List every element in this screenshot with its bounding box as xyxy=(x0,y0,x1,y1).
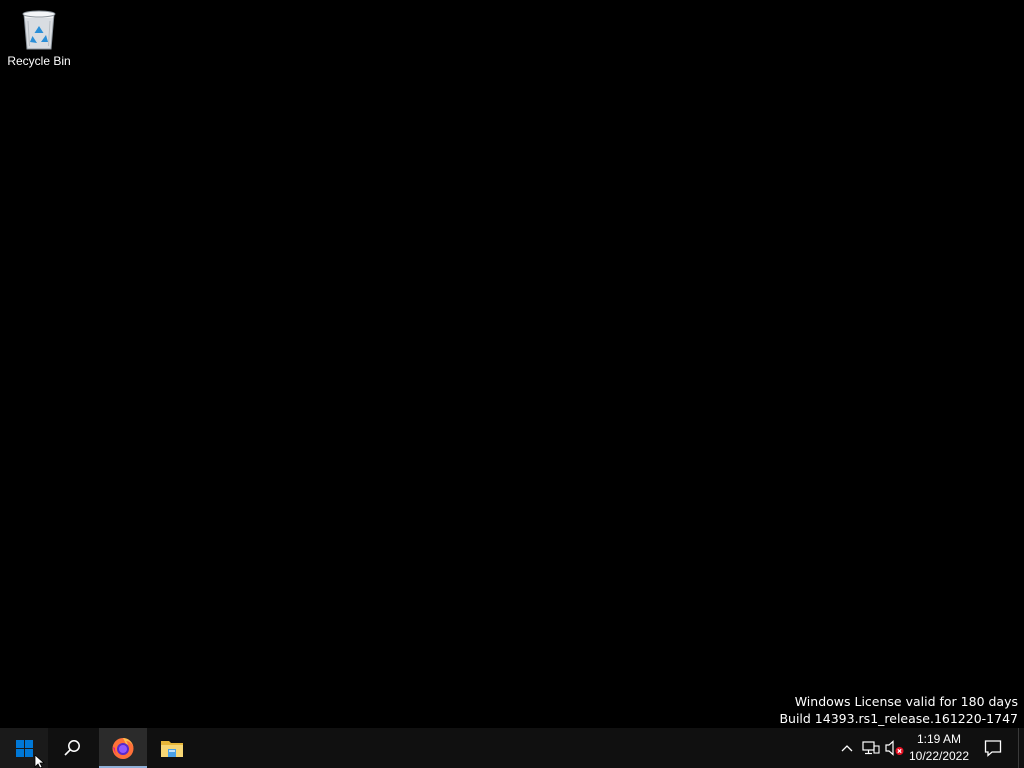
taskbar: 1:19 AM 10/22/2022 xyxy=(0,728,1024,768)
taskbar-firefox-button[interactable] xyxy=(99,728,147,768)
build-watermark-line: Build 14393.rs1_release.161220-1747 xyxy=(779,711,1018,726)
volume-muted-icon xyxy=(885,740,904,756)
search-icon xyxy=(64,740,80,756)
file-explorer-icon xyxy=(161,741,183,757)
desktop[interactable]: Recycle Bin xyxy=(0,0,1024,728)
show-hidden-icons-button[interactable] xyxy=(836,728,858,768)
volume-tray-button[interactable] xyxy=(884,728,906,768)
clock-time: 1:19 AM xyxy=(916,732,962,746)
action-center-button[interactable] xyxy=(978,728,1008,768)
taskbar-clock[interactable]: 1:19 AM 10/22/2022 xyxy=(906,728,972,768)
license-watermark-line: Windows License valid for 180 days xyxy=(794,694,1018,709)
license-watermark: Windows License valid for 180 days Build… xyxy=(779,693,1018,727)
clock-date: 10/22/2022 xyxy=(908,749,970,763)
taskbar-file-explorer-button[interactable] xyxy=(148,728,196,768)
firefox-icon xyxy=(112,738,134,759)
search-button[interactable] xyxy=(48,728,96,768)
desktop-icon-recycle-bin[interactable]: Recycle Bin xyxy=(2,4,76,76)
recycle-bin-icon xyxy=(22,10,56,50)
network-icon xyxy=(862,741,880,755)
mouse-cursor-icon xyxy=(34,755,46,768)
action-center-icon xyxy=(984,740,1002,757)
windows-logo-icon xyxy=(15,739,33,757)
chevron-up-icon xyxy=(841,745,853,752)
show-desktop-button[interactable] xyxy=(1018,728,1024,768)
network-tray-button[interactable] xyxy=(860,728,882,768)
desktop-icon-label: Recycle Bin xyxy=(7,54,71,68)
